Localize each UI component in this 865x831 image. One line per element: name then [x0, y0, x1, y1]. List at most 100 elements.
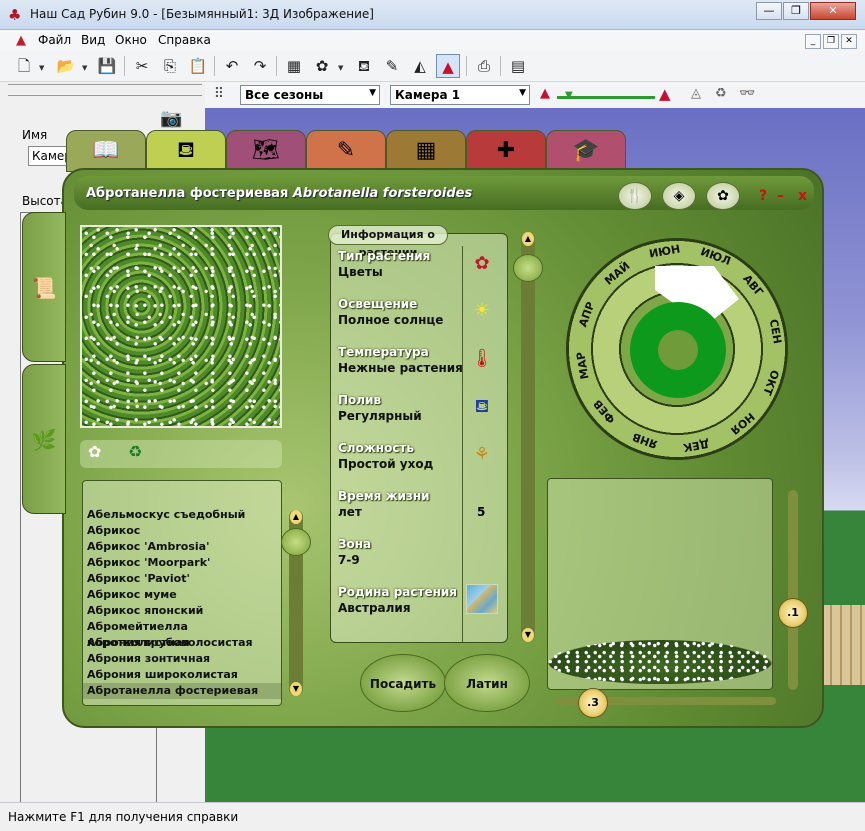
open-icon[interactable]: 📂 [54, 54, 78, 78]
lifespan-years: 5 [477, 505, 486, 519]
list-item[interactable]: Аброния грубоволосистая [83, 635, 281, 651]
mdi-controls: _ ❐ ✕ [803, 32, 857, 49]
chevron-down-icon[interactable]: ▼ [39, 64, 44, 72]
plant-latin-name: Abrotanella forsteroides [292, 186, 473, 201]
plant-list-scrollbar[interactable]: ▲ ▼ [281, 510, 311, 696]
scroll-up-icon[interactable]: ▲ [522, 232, 534, 246]
dialog-close-button[interactable]: x [798, 188, 807, 204]
redo-icon[interactable]: ↷ [248, 54, 272, 78]
preview-zoom-knob-v[interactable]: .1 [778, 598, 808, 628]
slider-thumb-icon[interactable]: ▼ [565, 90, 573, 101]
maximize-button[interactable]: ❐ [783, 2, 809, 20]
mdi-minimize-button[interactable]: _ [805, 34, 821, 49]
fork-knife-icon[interactable]: 🍴 [618, 182, 652, 210]
status-bar: Нажмите F1 для получения справки [0, 802, 865, 831]
scroll-up-icon[interactable]: ▲ [290, 510, 302, 524]
list-item[interactable]: Абрикос японский [83, 603, 281, 619]
watering-can-icon[interactable]: ⛾ [352, 54, 376, 78]
side-tab-herbs[interactable]: 🌿 [22, 364, 66, 514]
world-map-icon[interactable] [466, 584, 498, 614]
menu-file[interactable]: Файл [38, 33, 71, 47]
list-item[interactable]: Аброния широколистая [83, 667, 281, 683]
shapes-grey-icon[interactable]: ◬ [691, 86, 701, 101]
mdi-close-button[interactable]: ✕ [841, 34, 857, 49]
tab-notes[interactable]: ✎ [306, 130, 386, 172]
document-icon[interactable]: ▲ [16, 33, 26, 48]
calculator-icon[interactable]: ▤ [506, 54, 530, 78]
close-button[interactable]: ✕ [810, 2, 856, 20]
toolbar-separator [500, 56, 501, 76]
scroll-thumb[interactable] [513, 254, 543, 282]
dialog-header: Абротанелла фостериевая Abrotanella fors… [74, 176, 814, 210]
status-text: Нажмите F1 для получения справки [8, 810, 239, 824]
mdi-restore-button[interactable]: ❐ [823, 34, 839, 49]
menu-view[interactable]: Вид [81, 33, 105, 47]
help-button[interactable]: ? [759, 188, 767, 204]
fence-object[interactable] [822, 605, 865, 685]
side-tabs: 📜 🌿 [22, 212, 66, 514]
tab-encyclopedia[interactable]: 📖 [66, 130, 146, 172]
latin-button[interactable]: Латин [444, 654, 530, 712]
list-item[interactable]: Абротанелла фостериевая [83, 683, 281, 699]
drag-handle-icon[interactable]: ⠿ [209, 86, 229, 104]
info-scrollbar[interactable]: ▲ ▼ [513, 232, 543, 642]
cone-icon[interactable]: ▲ [659, 85, 671, 103]
list-item[interactable]: Абрикос [83, 523, 281, 539]
main-toolbar: 🗋 ▼ 📂 ▼ 💾 ✂ ⎘ 📋 ↶ ↷ ▦ ✿ ▼ ⛾ ✎ ◭ ▲ ⎙ ▤ [0, 50, 865, 82]
flower-icon[interactable]: ✿ [310, 54, 334, 78]
minimize-button[interactable]: — [756, 2, 782, 20]
white-flower-icon[interactable]: ✿ [88, 442, 101, 461]
plant-list[interactable]: Абельмоскус съедобный Абрикос Абрикос 'Amb… [82, 480, 282, 706]
copy-icon[interactable]: ⎘ [158, 54, 182, 78]
list-item[interactable]: Абрикос 'Paviot' [83, 571, 281, 587]
herb-icon: 🌿 [31, 428, 57, 452]
tab-map[interactable]: 🗺 [226, 130, 306, 172]
glasses-icon[interactable]: 👓 [739, 86, 755, 101]
scroll-thumb[interactable] [281, 528, 311, 556]
chevron-down-icon[interactable]: ▼ [82, 64, 87, 72]
camera-select[interactable]: Камера 1 ▼ [390, 85, 530, 105]
3d-view-icon[interactable]: ▲ [436, 54, 460, 78]
tab-care[interactable]: ⛾ [146, 130, 226, 172]
shapes-icon[interactable]: ▲ [540, 86, 550, 101]
plant-button[interactable]: Посадить [360, 654, 446, 712]
list-item[interactable]: Абельмоскус съедобный [83, 507, 281, 523]
preview-zoom-knob-h[interactable]: .3 [578, 688, 608, 718]
menu-window[interactable]: Окно [115, 33, 147, 47]
season-select[interactable]: Все сезоны ▼ [240, 85, 380, 105]
tab-expert[interactable]: 🎓 [546, 130, 626, 172]
side-tab-scroll[interactable]: 📜 [22, 212, 66, 362]
print-icon[interactable]: ⎙ [472, 54, 496, 78]
tab-health[interactable]: ✚ [466, 130, 546, 172]
flower-pot-icon[interactable]: ✿ [706, 182, 740, 210]
notes-icon[interactable]: ✎ [380, 54, 404, 78]
plant-title: Абротанелла фостериевая Abrotanella fors… [86, 186, 472, 201]
list-item[interactable]: Абрикос 'Ambrosia' [83, 539, 281, 555]
list-item[interactable]: Абромейтиелла коротколистная [83, 619, 281, 649]
info-label-watering: Полив [338, 393, 382, 407]
panel-grip[interactable] [8, 84, 202, 96]
info-label-type: Тип растения [338, 249, 431, 263]
recycle-icon[interactable]: ♻ [715, 86, 727, 101]
list-item[interactable]: Абрикос муме [83, 587, 281, 603]
dialog-minimize-button[interactable]: – [777, 188, 784, 204]
scroll-down-icon[interactable]: ▼ [522, 628, 534, 642]
terrain-icon[interactable]: ▦ [282, 54, 306, 78]
new-icon[interactable]: 🗋 [12, 54, 36, 78]
scroll-icon: 📜 [31, 276, 57, 300]
undo-icon[interactable]: ↶ [220, 54, 244, 78]
recycle-icon[interactable]: ♻ [128, 442, 142, 461]
landscape-icon[interactable]: ◭ [408, 54, 432, 78]
info-value-zone: 7-9 [338, 553, 360, 567]
list-item[interactable]: Абрикос 'Moorpark' [83, 555, 281, 571]
scroll-down-icon[interactable]: ▼ [290, 682, 302, 696]
cut-icon[interactable]: ✂ [130, 54, 154, 78]
menu-help[interactable]: Справка [158, 33, 211, 47]
preview-vertical-slider[interactable] [788, 490, 798, 690]
save-icon[interactable]: 💾 [95, 54, 119, 78]
chevron-down-icon[interactable]: ▼ [338, 64, 343, 72]
list-item[interactable]: Аброния зонтичная [83, 651, 281, 667]
cube-icon[interactable]: ◈ [662, 182, 696, 210]
tab-photos[interactable]: ▦ [386, 130, 466, 172]
paste-icon[interactable]: 📋 [186, 54, 210, 78]
